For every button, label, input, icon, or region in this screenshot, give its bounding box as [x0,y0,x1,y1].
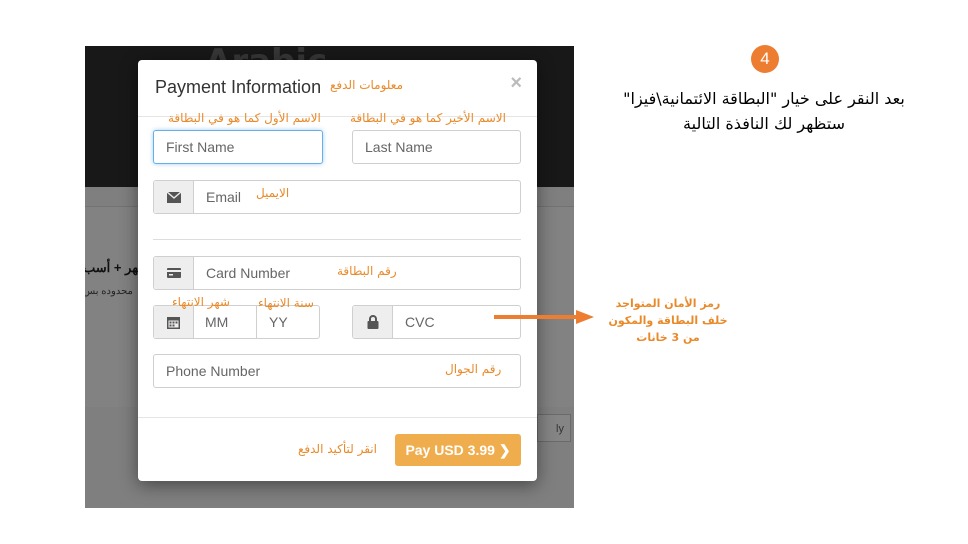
pay-button-label: Pay USD 3.99 [405,442,495,458]
annotation-email: الايميل [256,186,290,200]
cvc-placeholder: CVC [405,314,435,330]
lock-icon [353,306,393,338]
chevron-right-icon: ❯ [498,442,511,458]
first-name-placeholder: First Name [166,139,235,155]
annotation-cvc-note: رمز الأمان المتواجد خلف البطاقة والمكون … [604,295,732,346]
first-name-input[interactable]: First Name [153,130,323,164]
annotation-expiry-month: شهر الانتهاء [172,295,230,309]
phone-number-placeholder: Phone Number [166,363,261,379]
expiry-year-placeholder: YY [269,314,288,330]
annotation-card-number: رقم البطاقة [337,264,397,278]
annotation-pay: انقر لتأكيد الدفع [298,442,377,456]
divider [153,239,521,240]
expiry-month-input[interactable]: MM [193,306,256,338]
card-number-placeholder: Card Number [206,265,291,281]
expiry-month-placeholder: MM [205,314,229,330]
step-number-badge: 4 [751,45,779,73]
annotation-first-name: الاسم الأول كما هو في البطاقة [168,111,321,125]
last-name-placeholder: Last Name [365,139,433,155]
calendar-icon [154,306,194,338]
pay-button[interactable]: Pay USD 3.99 ❯ [395,434,521,466]
email-input[interactable]: Email [153,180,521,214]
instruction-line: ستظهر لك النافذة التالية [683,114,845,133]
cvc-note-line: خلف البطاقة والمكون [608,314,728,327]
annotation-phone: رقم الجوال [445,362,502,376]
slide-instruction: بعد النقر على خيار "البطاقة الائتمانية\ف… [594,86,934,136]
last-name-input[interactable]: Last Name [352,130,521,164]
expiry-year-input[interactable]: YY [256,306,320,338]
cvc-note-line: رمز الأمان المتواجد [615,297,721,310]
instruction-line: بعد النقر على خيار "البطاقة الائتمانية\ف… [623,89,905,108]
annotation-payment-info: معلومات الدفع [330,78,403,92]
cvc-note-line: من 3 خانات [636,331,700,344]
email-placeholder: Email [206,189,242,205]
modal-title: Payment Information [155,77,322,97]
expiry-date-group: MM YY [153,305,320,339]
arrow-right-icon [494,310,594,324]
credit-card-icon [154,257,194,289]
annotation-last-name: الاسم الأخير كما هو في البطاقة [350,111,506,125]
envelope-icon [154,181,194,213]
annotation-expiry-year: سنة الانتهاء [258,296,314,310]
close-button[interactable]: × [510,72,522,95]
